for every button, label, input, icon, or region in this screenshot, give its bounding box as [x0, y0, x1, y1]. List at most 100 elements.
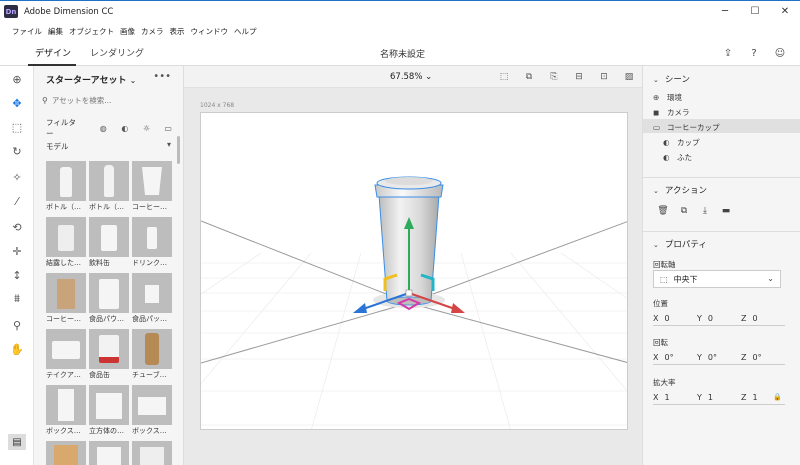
filter-models-icon[interactable]: ◍ — [96, 122, 110, 134]
assets-panel-title[interactable]: スターターアセット ⌄ — [46, 73, 136, 86]
asset-item[interactable]: ボックス… — [132, 385, 172, 435]
scale-x-field[interactable]: X1 — [653, 391, 697, 405]
properties-section-header[interactable]: ⌄ プロパティ — [653, 238, 707, 250]
camera-pan-icon[interactable]: ⎘ — [547, 70, 561, 84]
menu-object[interactable]: オブジェクト — [69, 26, 114, 37]
menu-edit[interactable]: 編集 — [48, 26, 63, 37]
asset-item[interactable]: ドリンク… — [132, 217, 172, 267]
scene-item-lid[interactable]: ◐ ふた — [663, 152, 692, 163]
menu-view[interactable]: 表示 — [170, 26, 185, 37]
maximize-button[interactable]: ☐ — [740, 1, 770, 22]
orbit-icon[interactable]: ↻ — [10, 144, 24, 158]
library-icon[interactable]: ▤ — [8, 434, 26, 450]
divider — [643, 177, 800, 178]
delete-icon[interactable]: 🗑 — [657, 205, 669, 217]
asset-search-input[interactable] — [51, 95, 162, 105]
asset-item[interactable]: 結露した… — [46, 217, 86, 267]
asset-item[interactable] — [132, 441, 172, 465]
scene-item-coffee-cup[interactable]: ▭ コーヒーカップ — [653, 122, 720, 133]
scale-y-field[interactable]: Y1 — [697, 391, 741, 405]
scene-item-environment[interactable]: ⊕ 環境 — [653, 92, 682, 103]
rotation-label: 回転 — [653, 338, 668, 347]
filter-lights-icon[interactable]: ☼ — [140, 122, 154, 134]
zoom-icon[interactable]: ⚲ — [10, 318, 24, 332]
tab-design[interactable]: デザイン — [35, 46, 71, 59]
scene-item-camera[interactable]: ◼ カメラ — [653, 107, 690, 118]
position-x-field[interactable]: X0 — [653, 312, 697, 326]
sample-icon[interactable]: ⁄ — [10, 194, 24, 208]
menu-camera[interactable]: カメラ — [141, 26, 164, 37]
menu-file[interactable]: ファイル — [12, 26, 42, 37]
material-icon: ◐ — [663, 153, 670, 162]
select-icon[interactable]: ✥ — [10, 96, 24, 110]
asset-item[interactable] — [89, 441, 129, 465]
pan-orbit-icon[interactable]: ⟲ — [10, 220, 24, 234]
close-button[interactable]: ✕ — [770, 1, 800, 22]
community-icon[interactable]: ☺ — [772, 45, 788, 61]
export-icon[interactable]: ⤓ — [699, 205, 711, 217]
menu-window[interactable]: ウィンドウ — [191, 26, 229, 37]
zoom-level[interactable]: 67.58% ⌄ — [390, 72, 432, 82]
lock-icon[interactable]: 🔒 — [773, 393, 782, 401]
help-icon[interactable]: ? — [746, 45, 762, 61]
position-z-field[interactable]: Z0 — [741, 312, 785, 326]
pivot-dropdown[interactable]: ⬚ 中央下 ⌄ — [653, 270, 781, 288]
tab-render[interactable]: レンダリング — [90, 46, 144, 59]
add-icon[interactable]: ⊕ — [10, 72, 24, 86]
filter-materials-icon[interactable]: ◐ — [118, 122, 132, 134]
magic-select-icon[interactable]: ⬚ — [10, 120, 24, 134]
hand-icon[interactable]: ✋ — [10, 342, 24, 356]
camera-dolly-icon[interactable]: ⊟ — [572, 70, 586, 84]
menu-image[interactable]: 画像 — [120, 26, 135, 37]
actions-section-header[interactable]: ⌄ アクション — [653, 184, 707, 196]
models-section-label: モデル — [46, 142, 69, 151]
render-canvas[interactable] — [200, 112, 628, 430]
asset-item[interactable]: コーヒー… — [46, 273, 86, 323]
asset-item[interactable]: 立方体の… — [89, 385, 129, 435]
group-icon[interactable]: ⧉ — [678, 205, 690, 217]
search-icon: ⚲ — [42, 95, 48, 105]
asset-item[interactable]: 飲料缶 — [89, 217, 129, 267]
material-icon: ◐ — [663, 138, 670, 147]
chevron-down-icon[interactable]: ▾ — [167, 140, 171, 149]
scene-section-header[interactable]: ⌄ シーン — [653, 73, 690, 85]
menu-help[interactable]: ヘルプ — [234, 26, 257, 37]
viewport-area: 67.58% ⌄ ⬚ ⧉ ⎘ ⊟ ⊡ ▨ 1024 x 768 — [184, 66, 642, 465]
move-icon[interactable]: ✛ — [10, 244, 24, 258]
filter-images-icon[interactable]: ▭ — [161, 122, 175, 134]
camera-bookmark-icon[interactable]: ⊡ — [597, 70, 611, 84]
scale-label: 拡大率 — [653, 378, 676, 387]
asset-item[interactable]: 食品パウ… — [89, 273, 129, 323]
minimize-button[interactable]: ─ — [710, 1, 740, 22]
divider — [643, 231, 800, 232]
asset-item[interactable]: ボトル（… — [89, 161, 129, 211]
rotation-z-field[interactable]: Z 0° — [741, 351, 785, 365]
tool-bar: ⊕ ✥ ⬚ ↻ ✧ ⁄ ⟲ ✛ ↕ ⩩ ⚲ ✋ ▤ — [0, 66, 34, 465]
assets-scrollbar[interactable] — [177, 136, 180, 164]
align-icon[interactable]: ↕ — [10, 268, 24, 282]
drop-icon[interactable]: ⩩ — [10, 292, 24, 306]
asset-item[interactable]: ボトル（… — [46, 161, 86, 211]
asset-item[interactable]: 食品缶 — [89, 329, 129, 379]
rotation-x-field[interactable]: X 0° — [653, 351, 697, 365]
viewport-toolbar: 67.58% ⌄ ⬚ ⧉ ⎘ ⊟ ⊡ ▨ — [184, 66, 642, 88]
render-preview-icon[interactable]: ▨ — [622, 70, 636, 84]
position-y-field[interactable]: Y0 — [697, 312, 741, 326]
asset-item[interactable]: 食品パッ… — [132, 273, 172, 323]
more-options-icon[interactable]: ••• — [153, 71, 171, 82]
asset-item[interactable]: テイクア… — [46, 329, 86, 379]
magic-wand-icon[interactable]: ✧ — [10, 170, 24, 184]
menu-bar: ファイル 編集 オブジェクト 画像 カメラ 表示 ウィンドウ ヘルプ — [0, 22, 800, 40]
chevron-down-icon: ⌄ — [767, 274, 774, 283]
scene-item-cup[interactable]: ◐ カップ — [663, 137, 700, 148]
folder-icon: ▭ — [653, 123, 661, 132]
camera-orbit-icon[interactable]: ⧉ — [522, 70, 536, 84]
asset-item[interactable]: コーヒー… — [132, 161, 172, 211]
folder-icon[interactable]: ▬ — [720, 205, 732, 217]
asset-item[interactable] — [46, 441, 86, 465]
asset-item[interactable]: チューブ… — [132, 329, 172, 379]
frame-icon[interactable]: ⬚ — [497, 70, 511, 84]
asset-item[interactable]: ボックス… — [46, 385, 86, 435]
share-icon[interactable]: ⇪ — [720, 45, 736, 61]
rotation-y-field[interactable]: Y 0° — [697, 351, 741, 365]
